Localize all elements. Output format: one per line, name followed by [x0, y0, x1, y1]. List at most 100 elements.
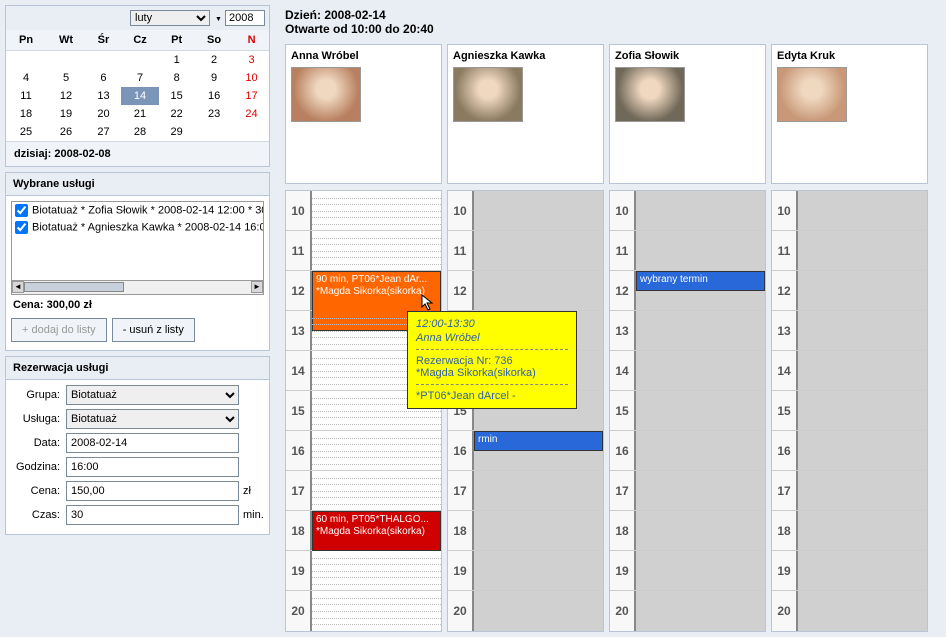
cal-day-cell[interactable]: 2	[194, 51, 234, 70]
hour-slots[interactable]	[636, 391, 765, 430]
cal-day-cell[interactable]: 26	[46, 123, 86, 141]
scroll-left-icon[interactable]: ◄	[12, 281, 24, 293]
price-input[interactable]	[66, 481, 239, 501]
hour-slots[interactable]	[312, 191, 441, 230]
cal-day-cell[interactable]: 3	[234, 51, 269, 70]
hour-slots[interactable]	[798, 471, 927, 510]
remove-from-list-button[interactable]: - usuń z listy	[112, 318, 195, 342]
cal-day-cell[interactable]: 16	[194, 87, 234, 105]
hour-slots[interactable]	[636, 311, 765, 350]
hour-slots[interactable]	[474, 551, 603, 590]
group-label: Grupa:	[11, 389, 66, 401]
cal-day-cell[interactable]: 15	[159, 87, 194, 105]
staff-photo	[615, 67, 685, 122]
cal-day-cell[interactable]: 20	[86, 105, 121, 123]
hour-slots[interactable]	[636, 591, 765, 631]
hour-slots[interactable]	[474, 191, 603, 230]
group-select[interactable]: Biotatuaż	[66, 385, 239, 405]
appointment-block[interactable]: wybrany termin	[636, 271, 765, 291]
staff-card[interactable]: Agnieszka Kawka	[447, 44, 604, 184]
hour-slots[interactable]	[636, 551, 765, 590]
cal-day-cell[interactable]: 13	[86, 87, 121, 105]
cal-day-cell	[86, 51, 121, 70]
hour-label: 10	[772, 191, 798, 230]
cal-day-cell[interactable]: 24	[234, 105, 269, 123]
hour-slots[interactable]	[636, 431, 765, 470]
cal-day-cell[interactable]: 19	[46, 105, 86, 123]
hour-slots[interactable]	[312, 431, 441, 470]
cal-day-cell[interactable]: 14	[121, 87, 159, 105]
hour-slots[interactable]: 60 min, PT05*THALGO...*Magda Sikorka(sik…	[312, 511, 441, 550]
cal-day-cell[interactable]: 22	[159, 105, 194, 123]
cal-day-cell[interactable]: 21	[121, 105, 159, 123]
time-input[interactable]	[66, 457, 239, 477]
hour-slots[interactable]	[312, 591, 441, 631]
hour-slots[interactable]	[312, 551, 441, 590]
service-list[interactable]: Biotatuaż * Zofia Słowik * 2008-02-14 12…	[11, 201, 264, 281]
cal-day-cell[interactable]: 7	[121, 69, 159, 87]
scroll-thumb[interactable]	[24, 282, 124, 292]
staff-card[interactable]: Anna Wróbel	[285, 44, 442, 184]
service-checkbox[interactable]	[15, 221, 28, 234]
staff-name: Zofia Słowik	[615, 50, 760, 62]
staff-card[interactable]: Zofia Słowik	[609, 44, 766, 184]
hour-slots[interactable]	[312, 471, 441, 510]
cal-day-cell[interactable]: 27	[86, 123, 121, 141]
hour-slots[interactable]	[636, 511, 765, 550]
hour-slots[interactable]: wybrany termin	[636, 271, 765, 310]
cal-day-cell[interactable]: 6	[86, 69, 121, 87]
cal-day-cell[interactable]: 12	[46, 87, 86, 105]
year-input[interactable]	[225, 10, 265, 26]
hour-slots[interactable]	[636, 191, 765, 230]
cal-day-cell[interactable]: 28	[121, 123, 159, 141]
duration-input[interactable]	[66, 505, 239, 525]
hour-slots[interactable]	[798, 391, 927, 430]
hour-slots[interactable]	[636, 471, 765, 510]
hour-slots[interactable]: 90 min, PT06*Jean dAr...*Magda Sikorka(s…	[312, 271, 441, 310]
date-input[interactable]	[66, 433, 239, 453]
cal-day-cell[interactable]: 9	[194, 69, 234, 87]
hour-slots[interactable]	[798, 591, 927, 631]
staff-photo	[291, 67, 361, 122]
staff-card[interactable]: Edyta Kruk	[771, 44, 928, 184]
add-to-list-button[interactable]: + dodaj do listy	[11, 318, 107, 342]
scroll-right-icon[interactable]: ►	[251, 281, 263, 293]
cal-day-cell[interactable]: 4	[6, 69, 46, 87]
hour-slots[interactable]	[474, 231, 603, 270]
cal-day-cell[interactable]: 11	[6, 87, 46, 105]
hour-slots[interactable]	[636, 231, 765, 270]
service-checkbox[interactable]	[15, 204, 28, 217]
hour-slots[interactable]	[798, 351, 927, 390]
service-select[interactable]: Biotatuaż	[66, 409, 239, 429]
cal-day-cell[interactable]: 8	[159, 69, 194, 87]
hour-slots[interactable]	[798, 231, 927, 270]
today-label: dzisiaj: 2008-02-08	[6, 141, 269, 166]
hour-slots[interactable]	[474, 271, 603, 310]
cal-day-cell[interactable]: 17	[234, 87, 269, 105]
cal-day-cell[interactable]: 5	[46, 69, 86, 87]
hour-slots[interactable]	[798, 551, 927, 590]
hour-slots[interactable]	[798, 511, 927, 550]
service-item[interactable]: Biotatuaż * Zofia Słowik * 2008-02-14 12…	[12, 202, 263, 219]
hour-slots[interactable]: rmin	[474, 431, 603, 470]
cal-day-cell[interactable]: 29	[159, 123, 194, 141]
cal-day-cell[interactable]: 23	[194, 105, 234, 123]
appointment-block[interactable]: rmin	[474, 431, 603, 451]
cal-day-cell[interactable]: 25	[6, 123, 46, 141]
hour-slots[interactable]	[474, 471, 603, 510]
hour-slots[interactable]	[798, 431, 927, 470]
appointment-block[interactable]: 60 min, PT05*THALGO...*Magda Sikorka(sik…	[312, 511, 441, 551]
hour-slots[interactable]	[312, 231, 441, 270]
hour-slots[interactable]	[798, 271, 927, 310]
month-select[interactable]: luty	[130, 10, 210, 26]
service-item[interactable]: Biotatuaż * Agnieszka Kawka * 2008-02-14…	[12, 219, 263, 236]
hour-slots[interactable]	[798, 311, 927, 350]
cal-day-cell[interactable]: 1	[159, 51, 194, 70]
hour-slots[interactable]	[636, 351, 765, 390]
cal-day-cell[interactable]: 10	[234, 69, 269, 87]
hour-slots[interactable]	[798, 191, 927, 230]
hour-slots[interactable]	[474, 511, 603, 550]
cal-day-cell[interactable]: 18	[6, 105, 46, 123]
hour-slots[interactable]	[474, 591, 603, 631]
horizontal-scrollbar[interactable]: ◄ ►	[11, 281, 264, 295]
